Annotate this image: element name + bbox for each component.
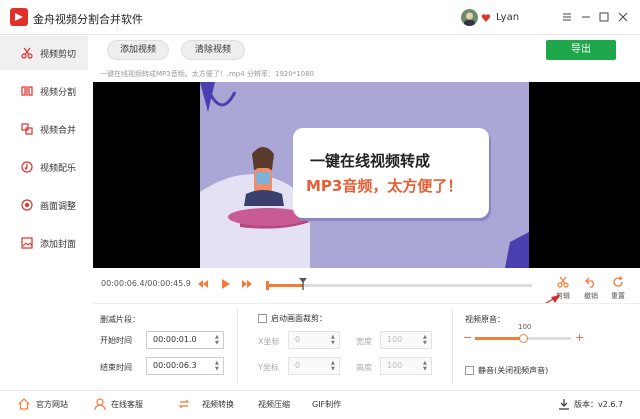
sidebar-item-label: 画面调整	[40, 202, 77, 212]
download-icon[interactable]	[558, 398, 570, 410]
vip-heart-icon	[481, 13, 491, 23]
maximize-icon[interactable]	[597, 10, 611, 24]
play-icon[interactable]	[219, 278, 231, 290]
convert-icon[interactable]	[178, 398, 190, 410]
avatar[interactable]	[461, 9, 478, 26]
width-label: 宽度	[356, 337, 372, 346]
stepper-icon[interactable]: ▲ ▼	[331, 334, 337, 346]
stepper-icon[interactable]: ▲ ▼	[215, 360, 221, 372]
title-bar: 金舟视频分割合并软件 Lyan	[0, 0, 640, 35]
stepper-icon[interactable]: ▲ ▼	[215, 334, 221, 346]
video-title-line2: MP3音频，太方便了！	[306, 177, 463, 195]
cut-icon[interactable]	[557, 276, 569, 288]
username[interactable]: Lyan	[496, 12, 519, 23]
sidebar-item-label: 视频剪切	[40, 50, 77, 60]
crop-checkbox[interactable]	[258, 314, 267, 323]
reset-icon[interactable]	[612, 276, 624, 288]
width-field[interactable]: 100 ▲ ▼	[380, 331, 432, 349]
sidebar-item-label: 视频配乐	[40, 164, 77, 174]
end-time-value: 00:00:06.3	[153, 361, 197, 370]
menu-icon[interactable]	[560, 10, 574, 24]
stepper-icon[interactable]: ▲ ▼	[331, 360, 337, 372]
y-coord-label: Y坐标	[258, 363, 279, 372]
timeline-selection	[266, 284, 303, 287]
crop-checkbox-label[interactable]: 启动画面裁剪：	[271, 313, 327, 324]
split-icon	[21, 85, 33, 97]
start-time-label: 开始时间	[100, 336, 132, 345]
audio-heading: 视频原音：	[465, 315, 505, 324]
y-coord-field[interactable]: 0 ▲ ▼	[288, 357, 340, 375]
undo-icon[interactable]	[585, 276, 597, 288]
footer-gif-link[interactable]: GIF制作	[312, 399, 341, 410]
sidebar: 视频剪切 视频分割 视频合并 视频配乐 画面调整 添加封面	[0, 36, 88, 390]
home-icon[interactable]	[18, 398, 30, 410]
end-time-label: 结束时间	[100, 363, 132, 372]
app-logo-icon	[10, 8, 28, 26]
sidebar-item-add-cover[interactable]: 添加封面	[0, 226, 88, 260]
sidebar-item-video-music[interactable]: 视频配乐	[0, 150, 88, 184]
timecode: 00:00:06.4/00:00:45.9	[101, 279, 191, 288]
undo-label[interactable]: 撤销	[584, 291, 598, 301]
music-icon	[21, 161, 33, 173]
width-value: 100	[387, 335, 403, 344]
scissors-icon	[21, 47, 33, 59]
start-time-field[interactable]: 00:00:01.0 ▲ ▼	[146, 331, 224, 349]
x-coord-field[interactable]: 0 ▲ ▼	[288, 331, 340, 349]
divider	[452, 308, 453, 384]
volume-value: 100	[518, 323, 532, 331]
clip-start-handle[interactable]	[266, 281, 269, 290]
mute-label[interactable]: 静音(关闭视频声音)	[478, 365, 548, 376]
support-icon[interactable]	[94, 398, 106, 411]
y-coord-value: 0	[295, 361, 301, 370]
fast-forward-icon[interactable]	[241, 278, 253, 290]
close-icon[interactable]	[616, 10, 630, 24]
app-title: 金舟视频分割合并软件	[33, 13, 143, 26]
volume-slider-fill	[475, 337, 523, 340]
file-info: 一键在线视频转成MP3音频。太方便了！.mp4 分辨率：1920*1080	[100, 70, 315, 78]
sidebar-item-label: 视频合并	[40, 126, 77, 136]
image-icon	[21, 237, 33, 249]
stepper-icon[interactable]: ▲ ▼	[423, 360, 429, 372]
stepper-icon[interactable]: ▲ ▼	[423, 334, 429, 346]
adjust-icon	[21, 199, 33, 211]
footer-convert-link[interactable]: 视频转换	[202, 399, 234, 410]
sidebar-item-video-merge[interactable]: 视频合并	[0, 112, 88, 146]
clip-heading: 删减片段：	[100, 315, 140, 324]
playhead-marker[interactable]	[299, 278, 307, 290]
footer-support-link[interactable]: 在线客服	[111, 399, 143, 410]
video-title-card	[293, 128, 489, 218]
export-button[interactable]: 导出	[546, 40, 616, 60]
reset-label[interactable]: 重置	[611, 291, 625, 301]
sidebar-item-label: 视频分割	[40, 88, 77, 98]
volume-down-icon[interactable]: −	[463, 331, 472, 344]
rewind-icon[interactable]	[197, 278, 209, 290]
version-label: 版本：v2.6.7	[574, 400, 624, 409]
footer-website-link[interactable]: 官方网站	[36, 399, 68, 410]
clear-video-button[interactable]: 清除视频	[181, 40, 245, 60]
divider	[237, 308, 238, 384]
volume-slider-handle[interactable]	[519, 334, 528, 343]
add-video-button[interactable]: 添加视频	[107, 40, 169, 60]
x-coord-label: X坐标	[258, 337, 280, 346]
video-title-line1: 一键在线视频转成	[310, 152, 431, 170]
mute-checkbox[interactable]	[465, 366, 474, 375]
sidebar-item-video-cut[interactable]: 视频剪切	[0, 36, 88, 70]
x-coord-value: 0	[295, 335, 301, 344]
minimize-icon[interactable]	[579, 10, 593, 24]
volume-up-icon[interactable]: +	[575, 331, 584, 344]
height-label: 高度	[356, 363, 372, 372]
height-value: 100	[387, 361, 403, 370]
sidebar-item-video-split[interactable]: 视频分割	[0, 74, 88, 108]
end-time-field[interactable]: 00:00:06.3 ▲ ▼	[146, 357, 224, 375]
sidebar-item-label: 添加封面	[40, 240, 77, 250]
footer-compress-link[interactable]: 视频压缩	[258, 399, 290, 410]
start-time-value: 00:00:01.0	[153, 335, 197, 344]
merge-icon	[21, 123, 33, 135]
sidebar-item-picture-adjust[interactable]: 画面调整	[0, 188, 88, 222]
height-field[interactable]: 100 ▲ ▼	[380, 357, 432, 375]
